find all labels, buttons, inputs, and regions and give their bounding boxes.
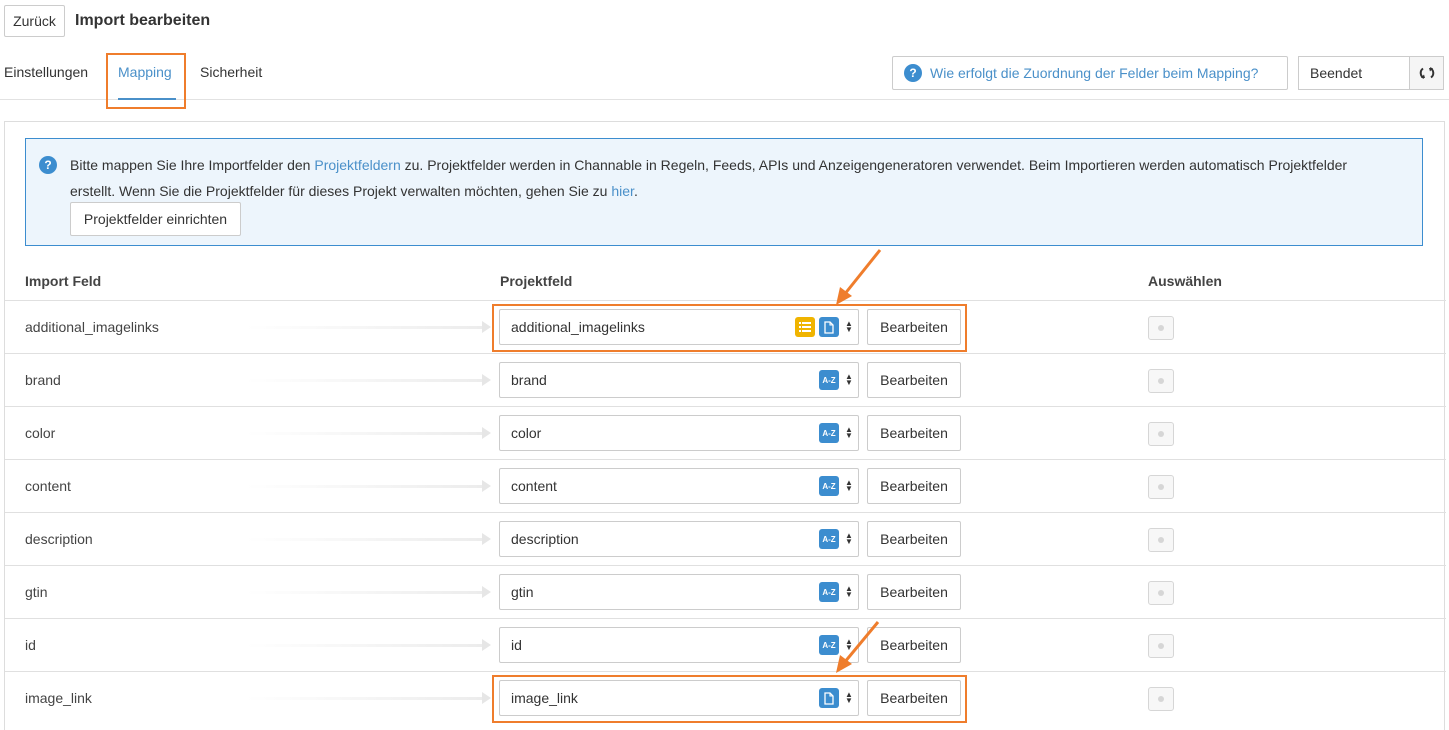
tab-einstellungen[interactable]: Einstellungen	[4, 64, 88, 80]
import-field-label: image_link	[25, 690, 92, 706]
select-caret-icon: ▲ ▼	[845, 531, 853, 546]
bearbeiten-button[interactable]: Bearbeiten	[867, 309, 961, 345]
import-field-label: description	[25, 531, 93, 547]
projektfeld-select-value: color	[511, 425, 542, 441]
refresh-icon	[1419, 67, 1434, 79]
projektfelder-einrichten-button[interactable]: Projektfelder einrichten	[70, 202, 241, 236]
import-field-label: color	[25, 425, 56, 441]
table-row: id id A-Z ▲ ▼ Bearbeiten	[5, 618, 1446, 671]
refresh-button[interactable]	[1409, 56, 1444, 90]
mapping-arrow-icon	[245, 692, 491, 704]
select-checkbox[interactable]	[1148, 528, 1174, 552]
top-bar: Zurück Import bearbeiten	[0, 0, 1449, 44]
mapping-arrow-icon	[245, 374, 491, 386]
select-checkbox[interactable]	[1148, 369, 1174, 393]
mapping-help-label: Wie erfolgt die Zuordnung der Felder bei…	[930, 65, 1259, 81]
table-row: color color A-Z ▲ ▼ Bearbeiten	[5, 406, 1446, 459]
table-row: brand brand A-Z ▲ ▼ Bearbeiten	[5, 353, 1446, 406]
select-caret-icon: ▲ ▼	[845, 425, 853, 440]
mapping-help-button[interactable]: ? Wie erfolgt die Zuordnung der Felder b…	[892, 56, 1288, 90]
tab-sicherheit[interactable]: Sicherheit	[200, 64, 262, 80]
projektfeld-select[interactable]: description A-Z ▲ ▼	[499, 521, 859, 557]
status-field: Beendet	[1298, 56, 1409, 90]
mapping-table: additional_imagelinks additional_imageli…	[5, 300, 1446, 724]
info-text-part1: Bitte mappen Sie Ihre Importfelder den	[70, 157, 315, 173]
mapping-panel: ? Bitte mappen Sie Ihre Importfelder den…	[4, 121, 1446, 730]
mapping-arrow-icon	[245, 427, 491, 439]
projektfeld-select-value: additional_imagelinks	[511, 319, 645, 335]
projektfeld-select-value: content	[511, 478, 557, 494]
bearbeiten-button[interactable]: Bearbeiten	[867, 415, 961, 451]
annotation-arrow-top	[836, 249, 882, 305]
projektfelder-link[interactable]: Projektfeldern	[314, 157, 400, 173]
select-caret-icon: ▲ ▼	[845, 372, 853, 387]
az-icon: A-Z	[819, 370, 839, 390]
projektfeld-select[interactable]: content A-Z ▲ ▼	[499, 468, 859, 504]
az-icon: A-Z	[819, 582, 839, 602]
select-checkbox[interactable]	[1148, 581, 1174, 605]
import-field-label: gtin	[25, 584, 48, 600]
bearbeiten-button[interactable]: Bearbeiten	[867, 468, 961, 504]
projektfeld-select[interactable]: id A-Z ▲ ▼	[499, 627, 859, 663]
import-field-label: brand	[25, 372, 61, 388]
select-caret-icon: ▲ ▼	[845, 319, 853, 334]
mapping-arrow-icon	[245, 586, 491, 598]
import-field-label: additional_imagelinks	[25, 319, 159, 335]
tab-bar: Einstellungen Mapping Sicherheit ? Wie e…	[0, 52, 1449, 109]
info-question-icon: ?	[39, 156, 57, 174]
column-header-projekt: Projektfeld	[500, 273, 573, 289]
column-header-import: Import Feld	[25, 273, 102, 289]
projektfeld-select-value: description	[511, 531, 579, 547]
mapping-arrow-icon	[245, 639, 491, 651]
bearbeiten-button[interactable]: Bearbeiten	[867, 362, 961, 398]
select-caret-icon: ▲ ▼	[845, 690, 853, 705]
annotation-arrow-bottom	[836, 621, 880, 673]
import-field-label: content	[25, 478, 71, 494]
import-field-label: id	[25, 637, 36, 653]
select-checkbox[interactable]	[1148, 634, 1174, 658]
file-icon	[819, 688, 839, 708]
table-row: additional_imagelinks additional_imageli…	[5, 300, 1446, 353]
projektfeld-select[interactable]: image_link ▲ ▼	[499, 680, 859, 716]
list-icon	[795, 317, 815, 337]
select-checkbox[interactable]	[1148, 475, 1174, 499]
projektfeld-select[interactable]: color A-Z ▲ ▼	[499, 415, 859, 451]
select-caret-icon: ▲ ▼	[845, 584, 853, 599]
az-icon: A-Z	[819, 529, 839, 549]
table-row: gtin gtin A-Z ▲ ▼ Bearbeiten	[5, 565, 1446, 618]
select-checkbox[interactable]	[1148, 316, 1174, 340]
projektfeld-select-value: gtin	[511, 584, 534, 600]
bearbeiten-button[interactable]: Bearbeiten	[867, 521, 961, 557]
highlight-box-mapping	[106, 53, 186, 109]
projektfeld-select[interactable]: additional_imagelinks ▲ ▼	[499, 309, 859, 345]
info-box: ? Bitte mappen Sie Ihre Importfelder den…	[25, 138, 1423, 246]
mapping-arrow-icon	[245, 480, 491, 492]
mapping-arrow-icon	[245, 321, 491, 333]
projektfeld-select-value: brand	[511, 372, 547, 388]
table-row: description description A-Z ▲ ▼ Bearbeite…	[5, 512, 1446, 565]
projektfeld-select[interactable]: gtin A-Z ▲ ▼	[499, 574, 859, 610]
az-icon: A-Z	[819, 476, 839, 496]
info-text: Bitte mappen Sie Ihre Importfelder den P…	[70, 152, 1390, 204]
file-icon	[819, 317, 839, 337]
bearbeiten-button[interactable]: Bearbeiten	[867, 574, 961, 610]
question-icon: ?	[904, 64, 922, 82]
column-header-auswahl: Auswählen	[1148, 273, 1222, 289]
select-checkbox[interactable]	[1148, 687, 1174, 711]
projektfeld-select[interactable]: brand A-Z ▲ ▼	[499, 362, 859, 398]
table-row: content content A-Z ▲ ▼ Bearbeiten	[5, 459, 1446, 512]
select-checkbox[interactable]	[1148, 422, 1174, 446]
projektfeld-select-value: id	[511, 637, 522, 653]
mapping-arrow-icon	[245, 533, 491, 545]
projektfeld-select-value: image_link	[511, 690, 578, 706]
table-row: image_link image_link ▲ ▼ Bearbeiten	[5, 671, 1446, 724]
hier-link[interactable]: hier	[611, 183, 634, 199]
info-text-part3: .	[633, 183, 638, 199]
page-title: Import bearbeiten	[75, 12, 211, 29]
back-button[interactable]: Zurück	[4, 5, 65, 37]
select-caret-icon: ▲ ▼	[845, 478, 853, 493]
bearbeiten-button[interactable]: Bearbeiten	[867, 680, 961, 716]
az-icon: A-Z	[819, 423, 839, 443]
